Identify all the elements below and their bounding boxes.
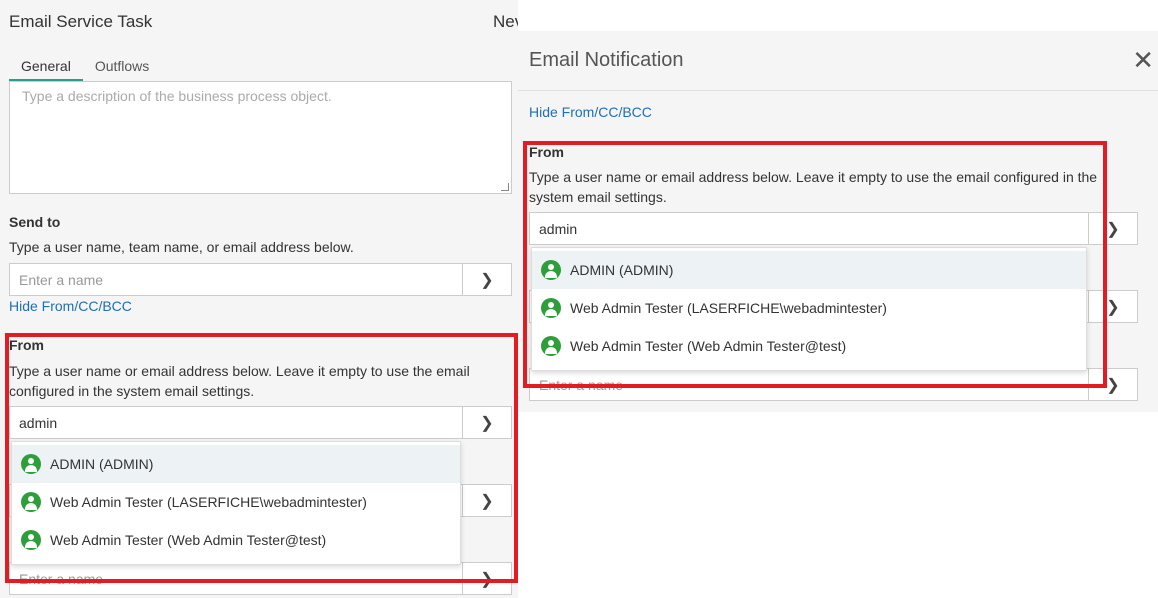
hide-from-cc-bcc-link[interactable]: Hide From/CC/BCC [529, 104, 652, 120]
from-input[interactable]: admin [10, 407, 462, 438]
bcc-field: Enter a name ❯ [9, 562, 512, 595]
from-help: Type a user name or email address below.… [529, 169, 1098, 205]
tab-outflows[interactable]: Outflows [83, 56, 161, 81]
chevron-right-icon[interactable]: ❯ [462, 485, 511, 516]
bcc-field: Enter a name ❯ [529, 368, 1138, 401]
chevron-right-icon[interactable]: ❯ [462, 407, 511, 438]
chevron-right-icon[interactable]: ❯ [1088, 213, 1137, 244]
chevron-right-icon[interactable]: ❯ [462, 563, 511, 594]
user-circle-icon [21, 454, 41, 474]
dialog-title: Email Notification [529, 49, 684, 71]
suggestion-label: ADMIN (ADMIN) [50, 456, 154, 472]
dialog-header: Email Notification ✕ [518, 31, 1158, 91]
user-circle-icon [541, 298, 561, 318]
description-placeholder: Type a description of the business proce… [22, 88, 332, 104]
chevron-right-icon[interactable]: ❯ [1088, 369, 1137, 400]
new-label-truncated: Nev [493, 12, 518, 31]
from-field: admin ❯ [9, 406, 512, 439]
from-suggestions-dropdown: ADMIN (ADMIN) Web Admin Tester (LASERFIC… [11, 441, 461, 565]
close-icon[interactable]: ✕ [1132, 47, 1154, 73]
chevron-right-icon[interactable]: ❯ [462, 264, 511, 295]
hide-from-cc-bcc-link[interactable]: Hide From/CC/BCC [9, 298, 132, 314]
email-service-task-panel: Email Service Task Nev General Outflows … [0, 0, 518, 598]
from-help: Type a user name or email address below.… [9, 363, 470, 399]
from-suggestions-dropdown: ADMIN (ADMIN) Web Admin Tester (LASERFIC… [531, 247, 1087, 371]
suggestion-item[interactable]: Web Admin Tester (Web Admin Tester@test) [12, 521, 460, 559]
send-to-input[interactable]: Enter a name [10, 264, 462, 295]
suggestion-label: ADMIN (ADMIN) [570, 262, 674, 278]
send-to-label: Send to [9, 214, 61, 230]
suggestion-label: Web Admin Tester (Web Admin Tester@test) [50, 532, 327, 548]
from-label: From [9, 337, 44, 353]
send-to-field: Enter a name ❯ [9, 263, 512, 296]
bcc-input[interactable]: Enter a name [530, 369, 1088, 400]
suggestion-item[interactable]: Web Admin Tester (Web Admin Tester@test) [532, 327, 1086, 365]
email-notification-dialog: Email Notification ✕ Hide From/CC/BCC Fr… [518, 31, 1158, 412]
tab-bar: General Outflows [9, 56, 161, 81]
suggestion-label: Web Admin Tester (LASERFICHE\webadmintes… [50, 494, 367, 510]
suggestion-label: Web Admin Tester (LASERFICHE\webadmintes… [570, 300, 887, 316]
chevron-right-icon[interactable]: ❯ [1088, 291, 1137, 322]
from-label: From [529, 144, 564, 160]
panel-title: Email Service Task [9, 12, 153, 31]
suggestion-item[interactable]: Web Admin Tester (LASERFICHE\webadmintes… [532, 289, 1086, 327]
description-textarea[interactable]: Type a description of the business proce… [9, 81, 512, 194]
user-circle-icon [21, 492, 41, 512]
tab-general[interactable]: General [9, 56, 83, 81]
from-field: admin ❯ [529, 212, 1138, 245]
suggestion-item[interactable]: ADMIN (ADMIN) [12, 445, 460, 483]
resize-grip-icon[interactable] [501, 183, 509, 191]
suggestion-item[interactable]: ADMIN (ADMIN) [532, 251, 1086, 289]
send-to-help: Type a user name, team name, or email ad… [9, 239, 354, 255]
bcc-input[interactable]: Enter a name [10, 563, 462, 594]
user-circle-icon [541, 260, 561, 280]
suggestion-item[interactable]: Web Admin Tester (LASERFICHE\webadmintes… [12, 483, 460, 521]
user-circle-icon [541, 336, 561, 356]
from-input[interactable]: admin [530, 213, 1088, 244]
suggestion-label: Web Admin Tester (Web Admin Tester@test) [570, 338, 847, 354]
user-circle-icon [21, 530, 41, 550]
